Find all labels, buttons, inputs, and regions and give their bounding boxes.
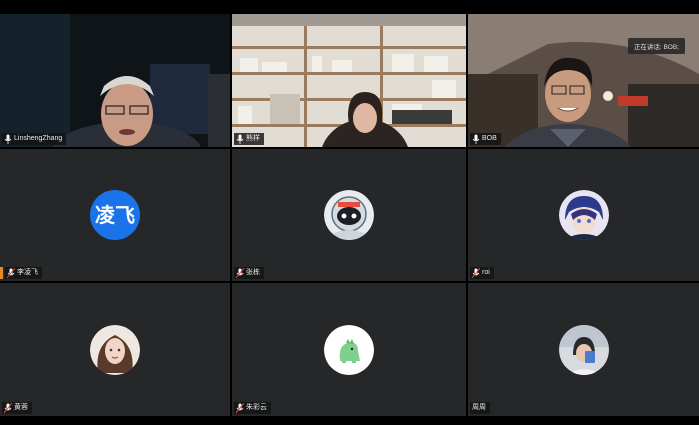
video-grid: LinshengZhang 熊样 BOB 正在讲话: BOB; 凌飞 李凌飞 张…: [0, 14, 699, 416]
participant-tile-roi[interactable]: roi: [468, 149, 699, 281]
participant-name-tag: 周周: [470, 402, 490, 414]
microphone-icon: [4, 134, 12, 144]
speaking-indicator: 正在讲话: BOB;: [627, 38, 685, 54]
microphone-muted-icon: [236, 403, 244, 413]
participant-tile-zhouzhou[interactable]: 周周: [468, 283, 699, 416]
participant-name-tag: 李凌飞: [5, 267, 42, 279]
participant-name: LinshengZhang: [14, 135, 63, 142]
participant-tile-xiongyang[interactable]: 熊样: [232, 14, 466, 147]
participant-name-tag: 张栋: [234, 267, 264, 279]
microphone-muted-icon: [236, 268, 244, 278]
participant-tile-bob[interactable]: BOB: [468, 14, 699, 147]
participant-name-tag: BOB: [470, 133, 501, 145]
participant-name-tag: 朱彩云: [234, 402, 271, 414]
illustrated-woman-avatar-icon: [90, 324, 140, 375]
orange-marker: [0, 267, 3, 279]
participant-name: 熊样: [246, 135, 260, 142]
microphone-muted-icon: [7, 268, 15, 278]
astronaut-avatar-icon: [324, 190, 374, 240]
participant-name: roi: [482, 269, 490, 276]
participant-name-tag: roi: [470, 267, 494, 279]
participant-name-tag: 黄蓉: [2, 402, 32, 414]
video-feed-bob: [468, 14, 699, 147]
participant-tile-zhangdong[interactable]: 张栋: [232, 149, 466, 281]
person-photo-avatar-icon: [558, 324, 609, 375]
participant-name: 张栋: [246, 269, 260, 276]
participant-name: 周周: [472, 404, 486, 411]
microphone-icon: [236, 134, 244, 144]
video-feed-xiongyang: [232, 14, 466, 147]
participant-name: BOB: [482, 135, 497, 142]
video-feed-linshengzhang: [0, 14, 230, 147]
participant-tile-linshengzhang[interactable]: LinshengZhang: [0, 14, 230, 147]
text-avatar: 凌飞: [90, 190, 140, 240]
participant-name-tag: LinshengZhang: [2, 133, 67, 145]
microphone-muted-icon: [472, 268, 480, 278]
participant-tile-huangrong[interactable]: 黄蓉: [0, 283, 230, 416]
green-dinosaur-avatar-icon: [324, 324, 374, 375]
participant-tile-lilingfei[interactable]: 凌飞 李凌飞: [0, 149, 230, 281]
anime-character-avatar-icon: [558, 190, 609, 240]
participant-name-tag: 熊样: [234, 133, 264, 145]
participant-name: 黄蓉: [14, 404, 28, 411]
participant-name: 李凌飞: [17, 269, 38, 276]
microphone-icon: [472, 134, 480, 144]
participant-name: 朱彩云: [246, 404, 267, 411]
microphone-muted-icon: [4, 403, 12, 413]
participant-tile-zhucaiyun[interactable]: 朱彩云: [232, 283, 466, 416]
